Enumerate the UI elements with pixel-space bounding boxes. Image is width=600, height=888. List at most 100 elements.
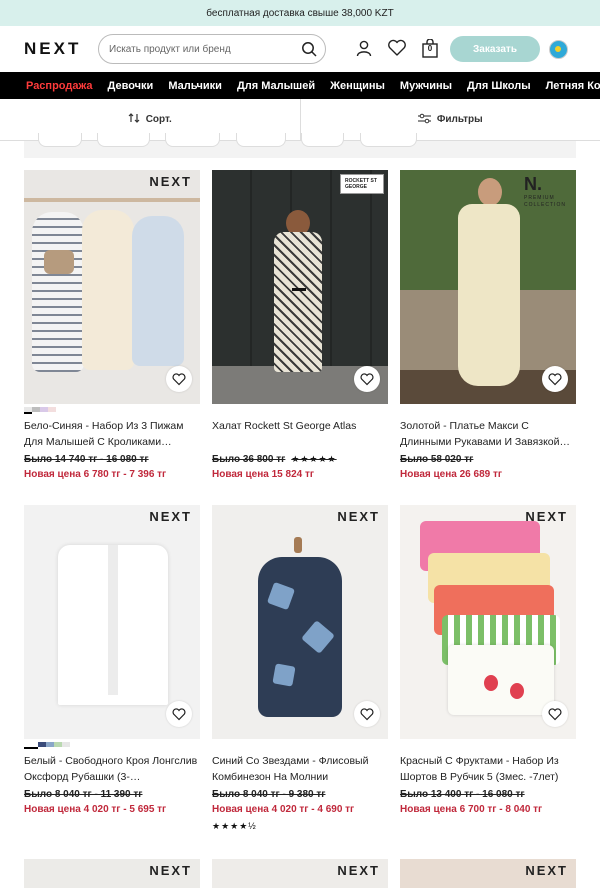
brand-logo: NEXT [525,509,568,524]
category-nav: Распродажа Девочки Мальчики Для Малышей … [0,72,600,99]
swatch[interactable] [24,742,38,749]
product-title[interactable]: Белый - Свободного Кроя Лонгслив Оксфорд… [24,753,200,785]
product-card[interactable]: NEXT Синий Со Звездами - Флисовый Комбин… [212,505,388,834]
product-card[interactable]: NEXT Белый - Свободного Кроя Лонгслив Ок… [24,505,200,815]
next-logo[interactable]: NEXT [24,39,81,59]
product-title[interactable]: Красный С Фруктами - Набор Из Шортов В Р… [400,753,576,785]
new-price: Новая цена 4 020 тг - 5 695 тг [24,804,167,815]
swatch[interactable] [62,742,70,747]
product-card[interactable]: NEXT [212,859,388,888]
filter-button[interactable]: Фильтры [301,99,600,140]
favourite-heart-icon[interactable] [354,366,380,392]
bag-icon[interactable]: 0 [421,38,439,63]
header: NEXT 0 Заказать [0,26,600,72]
brand-logo: NEXT [337,863,380,878]
country-flag-icon[interactable] [549,40,568,59]
brand-logo: NEXT [525,863,568,878]
colour-swatches [24,739,200,753]
search-input[interactable] [109,43,297,55]
nav-item-girls[interactable]: Девочки [108,80,154,92]
nav-item-women[interactable]: Женщины [330,80,385,92]
old-price-text: Было 13 400 тг - 16 080 тг [400,789,525,800]
old-price-text: Было 36 800 тг [212,454,286,465]
filter-chip[interactable] [165,133,220,147]
old-price: Было 36 800 тг ★★★★★ [212,454,388,465]
rating-stars: ★★★★½ [212,821,257,831]
favourite-heart-icon[interactable] [166,701,192,727]
favourites-icon[interactable] [387,39,407,62]
product-title[interactable]: Золотой - Платье Макси С Длинными Рукава… [400,418,576,450]
nav-item-summer[interactable]: Летняя Ко [546,80,600,92]
product-card[interactable]: ROCKETT ST GEORGE Халат Rockett St Georg… [212,170,388,480]
swatch[interactable] [48,407,56,412]
nav-item-baby[interactable]: Для Малышей [237,80,315,92]
search-bar[interactable] [98,34,326,64]
product-card[interactable]: NEXT [400,859,576,888]
old-price-text: Было 14 740 тг - 16 080 тг [24,454,149,465]
filter-chip[interactable] [97,133,150,147]
swatch[interactable] [24,407,32,414]
swatch[interactable] [54,742,62,747]
brand-logo: NEXT [149,509,192,524]
filter-label: Фильтры [436,114,483,125]
swatch[interactable] [32,407,40,412]
account-icon[interactable] [355,39,373,62]
swatch[interactable] [40,407,48,412]
promo-text: бесплатная доставка свыше 38,000 KZT [206,7,394,19]
product-title[interactable]: Бело-Синяя - Набор Из 3 Пижам Для Малыше… [24,418,200,450]
product-title[interactable]: Халат Rockett St George Atlas [212,418,388,450]
filter-chip[interactable] [301,133,344,147]
colour-swatches [212,404,388,418]
old-price-text: Было 58 020 тг [400,454,474,465]
product-image[interactable]: NEXT [400,859,576,888]
favourite-heart-icon[interactable] [354,701,380,727]
nav-item-boys[interactable]: Мальчики [168,80,222,92]
product-image[interactable]: NEXT [400,505,576,739]
old-price: Было 13 400 тг - 16 080 тг [400,789,576,800]
product-image[interactable]: N. PREMIUM COLLECTION [400,170,576,404]
colour-swatches [24,404,200,418]
sort-arrows-icon [128,112,140,127]
order-button[interactable]: Заказать [450,36,540,62]
favourite-heart-icon[interactable] [166,366,192,392]
filter-chips-row [24,133,576,158]
filter-chip[interactable] [38,133,82,147]
promo-banner: бесплатная доставка свыше 38,000 KZT [0,0,600,26]
filter-chip[interactable] [236,133,286,147]
brand-logo: NEXT [149,863,192,878]
old-price-text: Было 8 040 тг - 9 380 тг [212,789,326,800]
product-image[interactable]: NEXT [24,505,200,739]
product-image[interactable]: NEXT [24,859,200,888]
favourite-heart-icon[interactable] [542,701,568,727]
old-price: Было 14 740 тг - 16 080 тг [24,454,200,465]
old-price: Было 58 020 тг [400,454,576,465]
nav-item-men[interactable]: Мужчины [400,80,452,92]
product-title[interactable]: Синий Со Звездами - Флисовый Комбинезон … [212,753,388,785]
product-image[interactable]: ROCKETT ST GEORGE [212,170,388,404]
swatch[interactable] [46,742,54,747]
new-price: Новая цена 26 689 тг [400,469,503,480]
favourite-heart-icon[interactable] [542,366,568,392]
old-price: Было 8 040 тг - 9 380 тг [212,789,388,800]
sort-filter-bar: Сорт. Фильтры [0,99,600,141]
search-icon[interactable] [301,41,317,62]
nav-item-school[interactable]: Для Школы [467,80,531,92]
nav-item-sale[interactable]: Распродажа [26,80,93,92]
old-price: Было 8 040 тг - 11 390 тг [24,789,200,800]
sort-label: Сорт. [145,114,172,125]
brand-logo: ROCKETT ST GEORGE [340,174,384,194]
bag-count: 0 [427,44,433,53]
colour-swatches [400,739,576,753]
filter-chip[interactable] [360,133,417,147]
product-card[interactable]: NEXT Бело-Синяя - Набор Из 3 Пижам Для М… [24,170,200,480]
product-card[interactable]: NEXT [24,859,200,888]
product-image[interactable]: NEXT [212,859,388,888]
rating-stars: ★★★★★ [291,454,337,464]
product-card[interactable]: N. PREMIUM COLLECTION Золотой - Платье М… [400,170,576,480]
swatch[interactable] [38,742,46,747]
brand-logo: N. PREMIUM COLLECTION [524,174,566,208]
product-image[interactable]: NEXT [24,170,200,404]
product-image[interactable]: NEXT [212,505,388,739]
product-card[interactable]: NEXT Красный С Фруктами - Набор Из Шорто… [400,505,576,815]
colour-swatches [212,739,388,753]
